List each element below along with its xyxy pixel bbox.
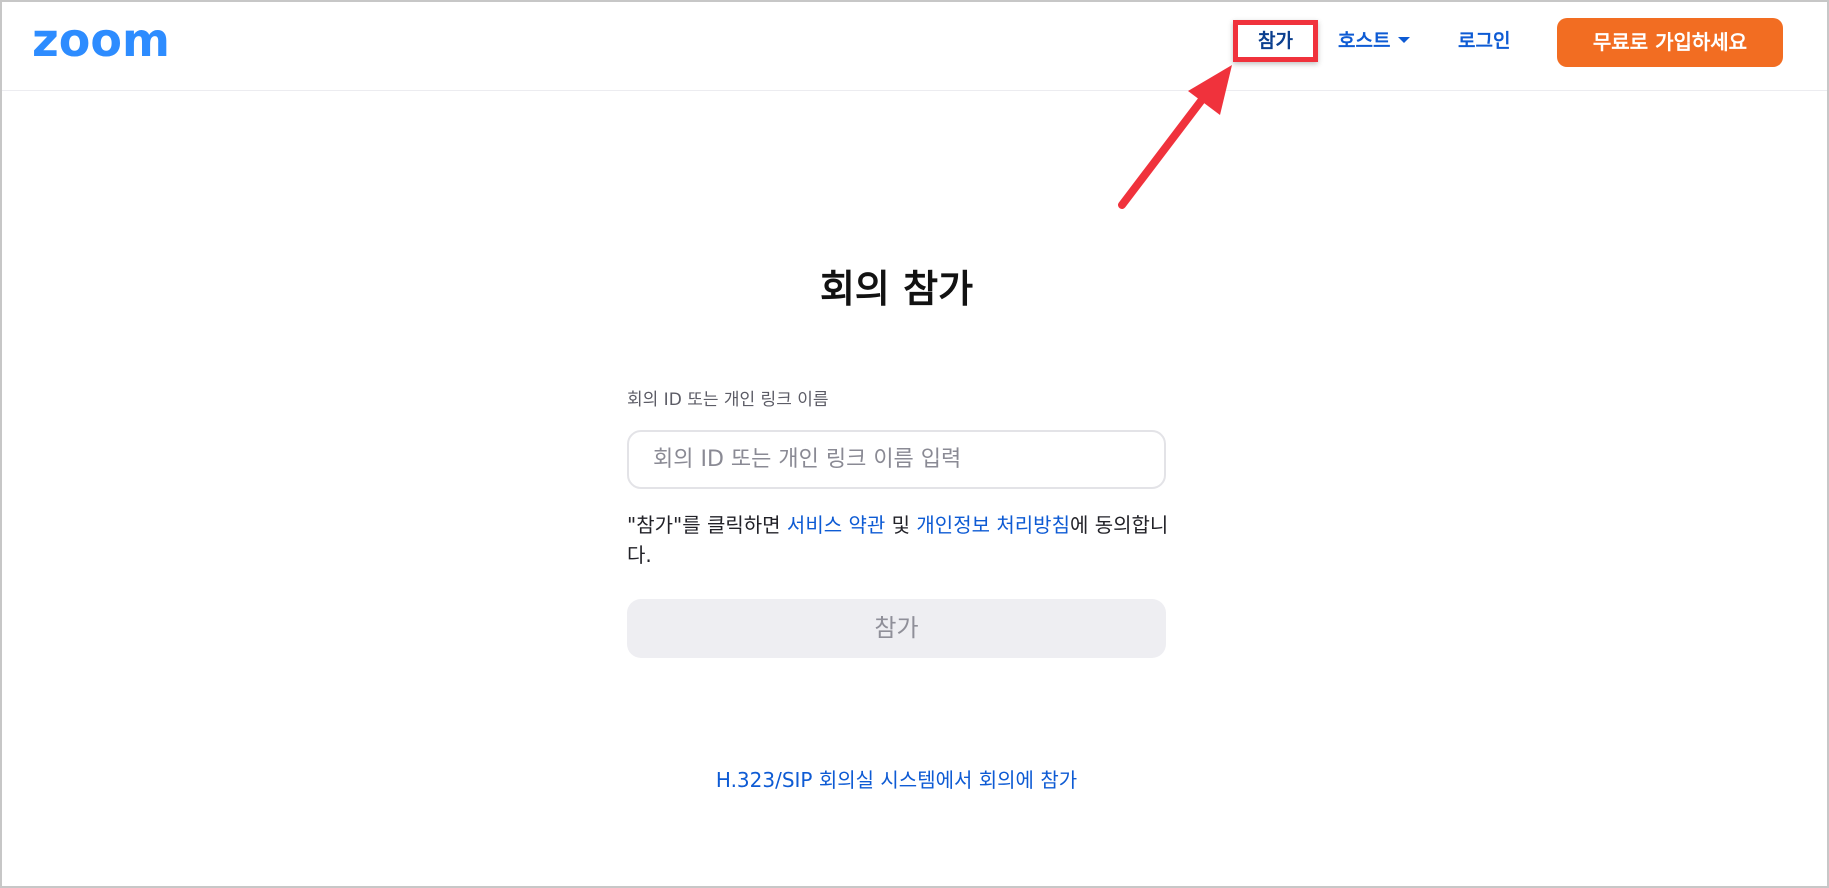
signup-free-button[interactable]: 무료로 가입하세요 (1557, 18, 1783, 67)
nav-login-label: 로그인 (1458, 30, 1511, 52)
zoom-logo[interactable]: zoom (32, 20, 200, 64)
nav-host-label: 호스트 (1338, 30, 1391, 52)
privacy-policy-link[interactable]: 개인정보 처리방침 (916, 513, 1070, 537)
agreement-prefix: "참가"를 클릭하면 (627, 513, 787, 537)
nav-join-link[interactable]: 참가 (1233, 20, 1318, 62)
meeting-id-label: 회의 ID 또는 개인 링크 이름 (627, 390, 829, 410)
caret-down-icon (1398, 36, 1411, 43)
join-button[interactable]: 참가 (627, 599, 1166, 658)
agreement-text: "참가"를 클릭하면 서비스 약관 및 개인정보 처리방침에 동의합니다. (627, 510, 1172, 570)
nav-join-label: 참가 (1258, 30, 1293, 52)
agreement-middle: 및 (885, 513, 917, 537)
meeting-id-input[interactable] (627, 430, 1166, 489)
browser-frame: zoom 참가 호스트 로그인 무료로 가입하세요 회의 참가 회의 ID 또는… (0, 0, 1829, 888)
signup-button-label: 무료로 가입하세요 (1592, 30, 1748, 54)
join-button-label: 참가 (874, 614, 919, 642)
nav-host-dropdown[interactable]: 호스트 (1338, 28, 1411, 54)
nav-login-link[interactable]: 로그인 (1458, 28, 1510, 54)
terms-of-service-link[interactable]: 서비스 약관 (787, 513, 885, 537)
top-header: zoom 참가 호스트 로그인 무료로 가입하세요 (2, 2, 1827, 91)
zoom-logo-text: zoom (32, 20, 170, 64)
page-title: 회의 참가 (819, 267, 974, 311)
sip-room-join-link[interactable]: H.323/SIP 회의실 시스템에서 회의에 참가 (2, 765, 1791, 795)
